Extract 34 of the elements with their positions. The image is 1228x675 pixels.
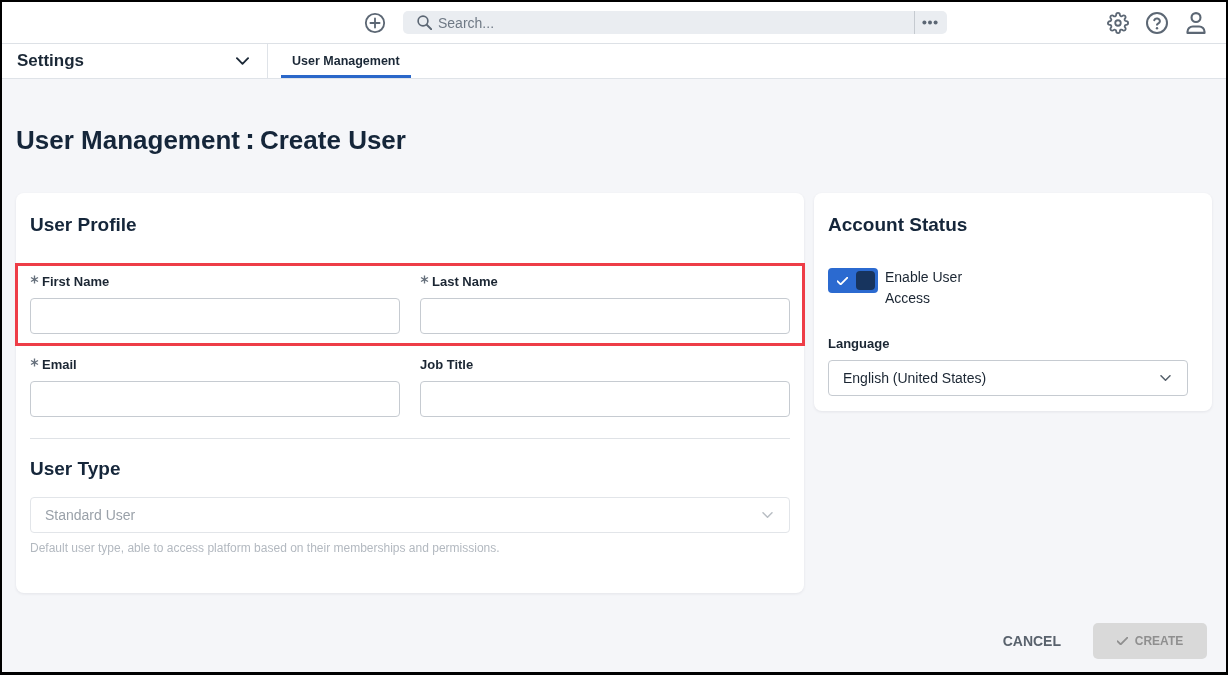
dropdown[interactable]: English (United States) [828, 360, 1188, 396]
search-icon [417, 15, 432, 30]
user-icon[interactable] [1185, 11, 1207, 34]
breadcrumb-title: User Management [16, 124, 240, 156]
section-dropdown[interactable]: Settings [2, 44, 268, 78]
title-separator: : [244, 123, 255, 155]
field-label: Language [828, 335, 890, 353]
card-title: Account Status [828, 213, 969, 237]
field-label: Email [42, 356, 77, 374]
text-button[interactable]: CANCEL [1002, 633, 1061, 649]
field-label: Last Name [432, 273, 498, 291]
toggle-label: Enable User Access [885, 268, 964, 308]
page-title: Create User [259, 124, 406, 156]
toggle-switch[interactable] [828, 268, 878, 293]
text-input[interactable] [30, 298, 400, 334]
search-field[interactable]: Search... [403, 11, 947, 34]
field-label: First Name [42, 273, 110, 291]
check-icon [1116, 637, 1128, 645]
search-input[interactable]: Search... [438, 12, 914, 33]
tab[interactable]: User Management [281, 44, 411, 78]
plus-circle-icon[interactable] [364, 11, 386, 34]
text-input[interactable] [420, 381, 790, 417]
more-icon[interactable] [922, 20, 938, 25]
settings-icon[interactable] [1107, 11, 1129, 34]
help-text: Default user type, able to access platform based on their memberships and permissions. [30, 541, 501, 556]
check-icon [837, 276, 848, 285]
chevron-down-icon[interactable] [236, 57, 249, 65]
field-label: Job Title [420, 356, 474, 374]
card-title: User Profile [30, 213, 138, 237]
chevron-down-icon[interactable] [1160, 375, 1171, 381]
text-input[interactable] [30, 381, 400, 417]
section-title: User Type [30, 457, 122, 481]
text-input[interactable] [420, 298, 790, 334]
help-icon[interactable] [1146, 11, 1168, 34]
